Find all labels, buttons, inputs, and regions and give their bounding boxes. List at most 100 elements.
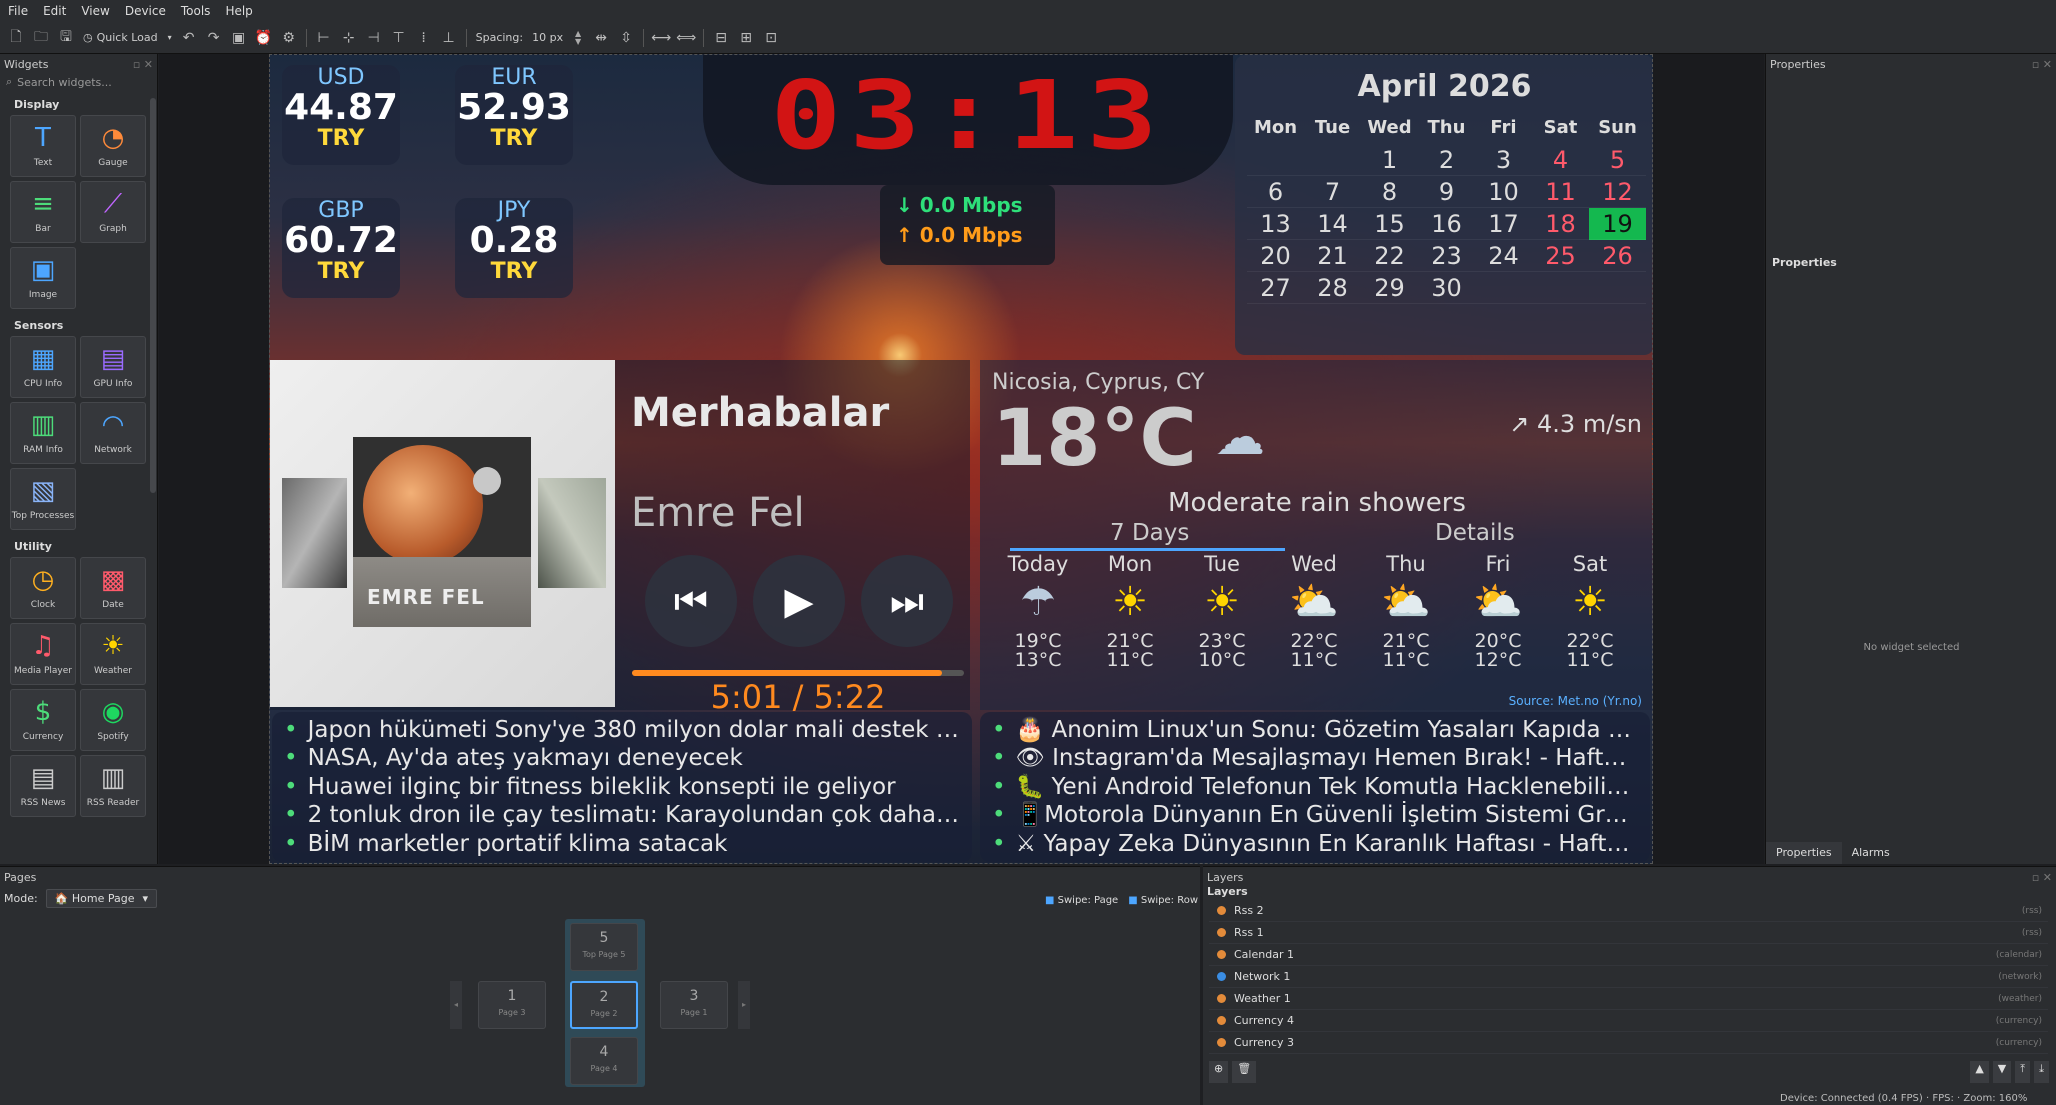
save-icon[interactable]: 🖫	[58, 29, 74, 46]
previous-button[interactable]: ⏮	[645, 555, 737, 647]
news-item[interactable]: • Huawei ilginç bir fitness bileklik kons…	[284, 773, 960, 801]
widgets-scrollbar[interactable]	[150, 98, 156, 493]
calendar-day[interactable]: 13	[1247, 208, 1304, 240]
menu-item-device[interactable]: Device	[125, 4, 166, 18]
align-left-icon[interactable]: ⊢	[316, 30, 332, 46]
calendar-day[interactable]: 22	[1361, 240, 1418, 272]
layer-row[interactable]: Weather 1 (weather)	[1209, 988, 2048, 1010]
page-thumb-2[interactable]: 2 Page 2	[570, 981, 638, 1029]
page-thumb-3[interactable]: 3 Page 1	[660, 981, 728, 1029]
align-right-icon[interactable]: ⊣	[366, 30, 382, 46]
news-item[interactable]: • 👁 Instagram'da Mesajlaşmayı Hemen Bırak…	[992, 744, 1638, 772]
currency-card-gbp[interactable]: GBP 60.72 TRY	[282, 198, 400, 298]
search-input[interactable]: Search widgets...	[17, 76, 112, 89]
add-layer-icon[interactable]: ⊕	[1209, 1061, 1229, 1083]
calendar-day[interactable]: 5	[1589, 144, 1646, 176]
panel-controls-icon[interactable]: ▫ ✕	[2032, 871, 2052, 884]
weather-widget[interactable]: Nicosia, Cyprus, CY 18°C ☁ ↗ 4.3 m/sn Mo…	[980, 360, 1652, 710]
calendar-day[interactable]: 23	[1418, 240, 1475, 272]
alarm-icon[interactable]: ⏰	[255, 30, 272, 46]
calendar-day[interactable]: 17	[1475, 208, 1532, 240]
widget-search[interactable]: ⌕ Search widgets...	[0, 72, 157, 92]
calendar-day[interactable]: 18	[1532, 208, 1589, 240]
calendar-day[interactable]: 14	[1304, 208, 1361, 240]
news-item[interactable]: • 🐛 Yeni Android Telefonun Tek Komutla Ha…	[992, 773, 1638, 801]
undo-icon[interactable]: ↶	[181, 30, 197, 46]
menu-item-tools[interactable]: Tools	[181, 4, 211, 18]
calendar-day[interactable]: 4	[1532, 144, 1589, 176]
widget-button-ram-info[interactable]: ▥ RAM Info	[10, 402, 76, 464]
match-width-icon[interactable]: ⟷	[651, 30, 671, 46]
grid-icon[interactable]: ⊟	[713, 30, 729, 46]
calendar-day[interactable]: 9	[1418, 176, 1475, 208]
delete-layer-icon[interactable]: 🗑	[1232, 1061, 1257, 1083]
calendar-day[interactable]: 16	[1418, 208, 1475, 240]
layer-row[interactable]: Network 1 (network)	[1209, 966, 2048, 988]
swipe-page-checkbox[interactable]: ■ Swipe: Page	[1045, 895, 1118, 906]
align-top-icon[interactable]: ⊤	[391, 30, 407, 46]
calendar-day[interactable]: 25	[1532, 240, 1589, 272]
swipe-row-checkbox[interactable]: ■ Swipe: Row	[1128, 895, 1198, 906]
move-down-icon[interactable]: ▼	[1992, 1061, 2012, 1083]
stretch-width-icon[interactable]: ⟺	[676, 30, 696, 46]
calendar-day[interactable]: 28	[1304, 272, 1361, 304]
calendar-day[interactable]: 6	[1247, 176, 1304, 208]
widget-button-weather[interactable]: ☀ Weather	[80, 623, 146, 685]
screenshot-icon[interactable]: ▣	[231, 30, 247, 46]
pages-left-arrow-icon[interactable]: ◂	[450, 981, 462, 1029]
widget-button-graph[interactable]: ⟋ Graph	[80, 181, 146, 243]
news-item[interactable]: • 2 tonluk dron ile çay teslimatı: Karayo…	[284, 801, 960, 829]
move-top-icon[interactable]: ⤒	[2015, 1061, 2031, 1083]
media-player-widget[interactable]: EMRE FEL Merhabalar Emre Fel ⏮ ▶ ⏭ 5:01 …	[270, 360, 970, 716]
calendar-day[interactable]: 10	[1475, 176, 1532, 208]
currency-card-usd[interactable]: USD 44.87 TRY	[282, 65, 400, 165]
calendar-day[interactable]: 15	[1361, 208, 1418, 240]
calendar-day[interactable]: 19	[1589, 208, 1646, 240]
calendar-day[interactable]: 21	[1304, 240, 1361, 272]
widget-button-text[interactable]: T Text	[10, 115, 76, 177]
progress-bar[interactable]	[632, 670, 964, 676]
widget-button-spotify[interactable]: ◉ Spotify	[80, 689, 146, 751]
redo-icon[interactable]: ↷	[206, 30, 222, 46]
page-thumb-5[interactable]: 5 Top Page 5	[570, 923, 638, 971]
calendar-day[interactable]: 3	[1475, 144, 1532, 176]
frame-icon[interactable]: ⊡	[763, 30, 779, 46]
pages-right-arrow-icon[interactable]: ▸	[738, 981, 750, 1029]
menu-item-edit[interactable]: Edit	[43, 4, 66, 18]
tab-7-days[interactable]: 7 Days	[1110, 520, 1189, 546]
distribute-h-icon[interactable]: ⇹	[593, 30, 609, 46]
calendar-day[interactable]: 24	[1475, 240, 1532, 272]
play-button[interactable]: ▶	[753, 555, 845, 647]
widget-button-network[interactable]: ◠ Network	[80, 402, 146, 464]
clock-widget[interactable]: 03:13	[703, 55, 1233, 185]
spacing-value[interactable]: 10 px	[532, 31, 563, 44]
layer-row[interactable]: Rss 1 (rss)	[1209, 922, 2048, 944]
new-file-icon[interactable]: 🗋	[8, 29, 24, 46]
calendar-day[interactable]: 26	[1589, 240, 1646, 272]
tab-alarms[interactable]: Alarms	[1842, 842, 1900, 864]
mode-select[interactable]: 🏠 Home Page ▾	[45, 889, 158, 908]
widget-button-rss-reader[interactable]: ▥ RSS Reader	[80, 755, 146, 817]
rss-widget-1[interactable]: • Japon hükümeti Sony'ye 380 milyon dolar…	[272, 712, 972, 862]
calendar-day[interactable]: 29	[1361, 272, 1418, 304]
calendar-day[interactable]: 12	[1589, 176, 1646, 208]
calendar-widget[interactable]: April 2026 Mon Tue Wed Thu Fri Sat Sun 1234567…	[1235, 55, 1652, 355]
layer-row[interactable]: Rss 2 (rss)	[1209, 900, 2048, 922]
spacing-stepper[interactable]: ▲ ▼	[572, 29, 584, 46]
calendar-day[interactable]: 2	[1418, 144, 1475, 176]
device-canvas[interactable]: USD 44.87 TRY EUR 52.93 TRY GBP 60.72 TR…	[269, 54, 1653, 864]
open-folder-icon[interactable]: 🗀	[33, 29, 49, 46]
tab-details[interactable]: Details	[1435, 520, 1515, 546]
page-thumb-4[interactable]: 4 Page 4	[570, 1037, 638, 1085]
news-item[interactable]: • Japon hükümeti Sony'ye 380 milyon dolar…	[284, 716, 960, 744]
widget-button-gpu-info[interactable]: ▤ GPU Info	[80, 336, 146, 398]
currency-card-jpy[interactable]: JPY 0.28 TRY	[455, 198, 573, 298]
layer-row[interactable]: Currency 3 (currency)	[1209, 1032, 2048, 1054]
calendar-day[interactable]: 11	[1532, 176, 1589, 208]
widget-button-cpu-info[interactable]: ▦ CPU Info	[10, 336, 76, 398]
calendar-day[interactable]: 27	[1247, 272, 1304, 304]
calendar-day[interactable]: 30	[1418, 272, 1475, 304]
network-widget[interactable]: ↓ 0.0 Mbps ↑ 0.0 Mbps	[880, 185, 1055, 265]
distribute-v-icon[interactable]: ⇳	[618, 30, 634, 46]
tab-properties[interactable]: Properties	[1766, 842, 1842, 864]
